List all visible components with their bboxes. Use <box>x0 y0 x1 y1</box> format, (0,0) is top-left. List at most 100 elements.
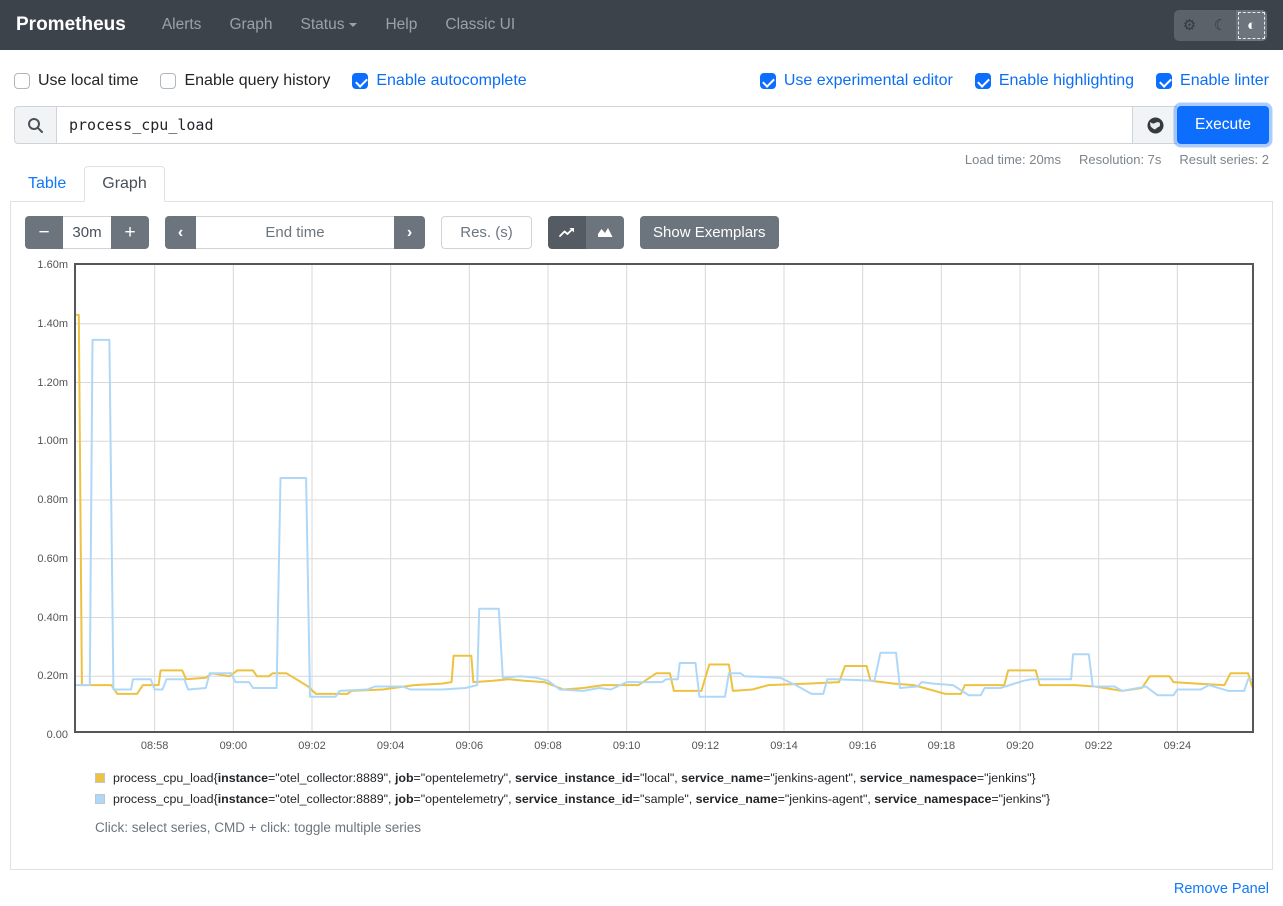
tab-zone: Load time: 20ms Resolution: 7s Result se… <box>10 154 1273 202</box>
legend-series-label: process_cpu_load{instance="otel_collecto… <box>113 771 1036 785</box>
checkbox-use-local-time[interactable]: Use local time <box>14 72 138 90</box>
area-chart-icon <box>597 226 614 239</box>
time-back-button[interactable]: ‹ <box>165 216 196 249</box>
y-tick-label: 1.20m <box>22 377 68 389</box>
y-tick-label: 0.60m <box>22 553 68 565</box>
light-theme-button[interactable]: ⚙ <box>1174 10 1205 41</box>
stacked-chart-toggle-button[interactable] <box>586 216 624 249</box>
checkbox-use-experimental-editor[interactable]: Use experimental editor <box>760 72 953 90</box>
checkbox-label: Use local time <box>38 72 138 90</box>
x-axis-labels: 08:5809:0009:0209:0409:0609:0809:1009:12… <box>74 733 1254 755</box>
tab-graph[interactable]: Graph <box>84 166 164 202</box>
x-tick-label: 09:16 <box>849 740 877 752</box>
search-icon <box>27 117 44 134</box>
y-tick-label: 0.00 <box>22 729 68 741</box>
x-tick-label: 09:18 <box>928 740 956 752</box>
chevron-down-icon <box>349 23 357 27</box>
y-tick-label: 1.40m <box>22 318 68 330</box>
remove-panel-link[interactable]: Remove Panel <box>1174 881 1269 897</box>
gear-icon: ⚙ <box>1183 16 1196 34</box>
legend-series-label: process_cpu_load{instance="otel_collecto… <box>113 792 1050 806</box>
auto-theme-button[interactable]: ◐ <box>1236 10 1267 41</box>
options-left-group: Use local time Enable query history Enable… <box>14 72 527 90</box>
range-control: − + <box>25 216 149 249</box>
options-row: Use local time Enable query history Enable… <box>0 50 1283 104</box>
execute-button[interactable]: Execute <box>1177 106 1269 144</box>
half-circle-icon: ◐ <box>1247 17 1256 34</box>
nav-item-status[interactable]: Status <box>287 8 372 42</box>
decrease-range-button[interactable]: − <box>25 216 63 249</box>
y-tick-label: 0.40m <box>22 612 68 624</box>
series-line-local <box>76 315 1254 694</box>
checkbox-label: Enable linter <box>1180 72 1269 90</box>
y-tick-label: 1.60m <box>22 259 68 271</box>
chevron-left-icon: ‹ <box>178 224 183 242</box>
x-tick-label: 09:14 <box>770 740 798 752</box>
search-addon <box>14 106 56 144</box>
chart-type-toggle <box>548 216 624 249</box>
resolution-input[interactable] <box>441 216 532 249</box>
end-time-input[interactable] <box>196 216 394 249</box>
checkbox-label: Enable highlighting <box>999 72 1134 90</box>
resolution: Resolution: 7s <box>1079 152 1161 167</box>
dark-theme-button[interactable]: ☾ <box>1205 10 1236 41</box>
x-tick-label: 09:00 <box>220 740 248 752</box>
y-tick-label: 0.80m <box>22 494 68 506</box>
query-row: Execute <box>14 106 1269 144</box>
moon-icon: ☾ <box>1214 16 1227 34</box>
end-time-control: ‹ › <box>165 216 425 249</box>
graph-toolbar: − + ‹ › <box>22 216 1272 257</box>
show-exemplars-button[interactable]: Show Exemplars <box>640 216 779 249</box>
plus-icon: + <box>124 222 135 244</box>
legend-item[interactable]: process_cpu_load{instance="otel_collecto… <box>95 792 1272 806</box>
y-tick-label: 0.20m <box>22 670 68 682</box>
checked-checkbox-icon[interactable] <box>975 73 991 89</box>
legend-item[interactable]: process_cpu_load{instance="otel_collecto… <box>95 771 1272 785</box>
query-expression-input[interactable] <box>56 106 1133 144</box>
navbar: Prometheus AlertsGraphStatusHelpClassic … <box>0 0 1283 50</box>
line-chart-icon <box>559 226 576 239</box>
checkbox-enable-linter[interactable]: Enable linter <box>1156 72 1269 90</box>
metrics-explorer-addon[interactable] <box>1133 106 1177 144</box>
increase-range-button[interactable]: + <box>111 216 149 249</box>
checked-checkbox-icon[interactable] <box>760 73 776 89</box>
checkbox-label: Enable query history <box>184 72 330 90</box>
nav-item-help[interactable]: Help <box>371 8 431 42</box>
x-tick-label: 09:02 <box>298 740 326 752</box>
chart-area: 08:5809:0009:0209:0409:0609:0809:1009:12… <box>22 263 1254 755</box>
checked-checkbox-icon[interactable] <box>1156 73 1172 89</box>
checked-checkbox-icon[interactable] <box>352 73 368 89</box>
graph-panel: − + ‹ › <box>10 202 1273 870</box>
tab-table[interactable]: Table <box>10 166 84 202</box>
nav-item-alerts[interactable]: Alerts <box>148 8 216 42</box>
range-input[interactable] <box>63 216 111 249</box>
x-tick-label: 08:58 <box>141 740 169 752</box>
x-tick-label: 09:10 <box>613 740 641 752</box>
x-tick-label: 09:12 <box>692 740 720 752</box>
checkbox-label: Enable autocomplete <box>376 72 526 90</box>
nav-item-graph[interactable]: Graph <box>215 8 286 42</box>
checkbox-enable-query-history[interactable]: Enable query history <box>160 72 330 90</box>
unchecked-checkbox-icon[interactable] <box>14 73 30 89</box>
unchecked-checkbox-icon[interactable] <box>160 73 176 89</box>
time-forward-button[interactable]: › <box>394 216 425 249</box>
checkbox-enable-autocomplete[interactable]: Enable autocomplete <box>352 72 526 90</box>
line-chart-toggle-button[interactable] <box>548 216 586 249</box>
remove-panel-row: Remove Panel <box>0 880 1269 898</box>
minus-icon: − <box>38 222 49 244</box>
graph-plot[interactable] <box>74 263 1254 733</box>
legend-swatch <box>95 773 105 783</box>
result-series: Result series: 2 <box>1179 152 1269 167</box>
x-tick-label: 09:22 <box>1085 740 1113 752</box>
nav-menu: AlertsGraphStatusHelpClassic UI <box>148 8 529 42</box>
nav-item-classic-ui[interactable]: Classic UI <box>431 8 529 42</box>
query-stats: Load time: 20ms Resolution: 7s Result se… <box>965 152 1269 167</box>
prometheus-brand[interactable]: Prometheus <box>16 14 126 36</box>
legend-hint: Click: select series, CMD + click: toggl… <box>95 820 1272 835</box>
checkbox-label: Use experimental editor <box>784 72 953 90</box>
chevron-right-icon: › <box>407 224 412 242</box>
checkbox-enable-highlighting[interactable]: Enable highlighting <box>975 72 1134 90</box>
x-tick-label: 09:04 <box>377 740 405 752</box>
y-tick-label: 1.00m <box>22 435 68 447</box>
theme-toggle-group: ⚙ ☾ ◐ <box>1174 10 1267 41</box>
